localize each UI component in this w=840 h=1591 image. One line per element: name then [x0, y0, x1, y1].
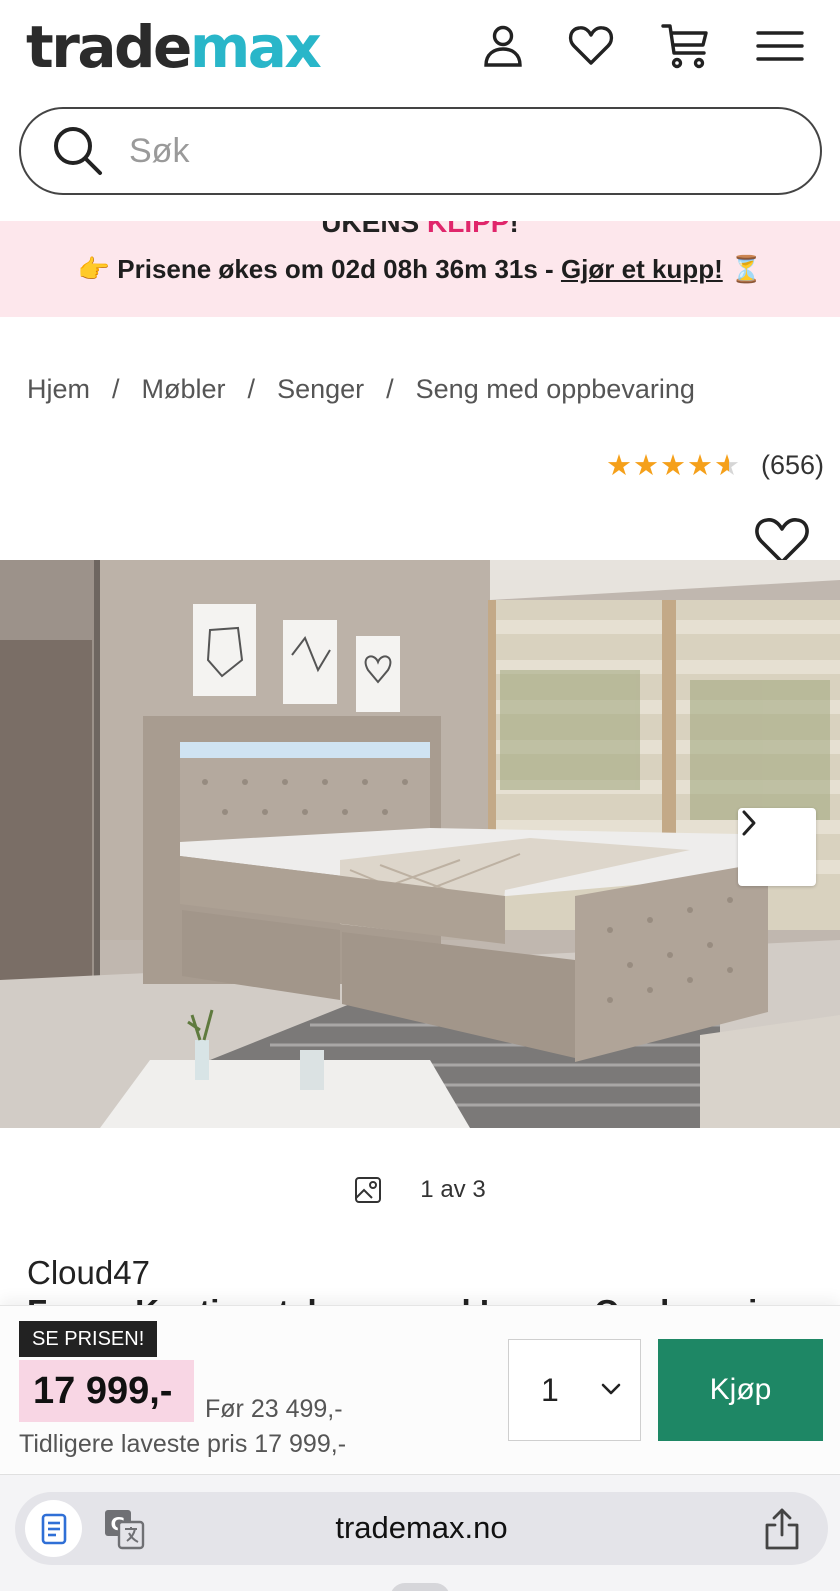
product-image[interactable]: [0, 560, 840, 1128]
chevron-right-icon: [742, 810, 756, 836]
promo-title-part3: !: [509, 221, 519, 238]
current-price: 17 999,-: [19, 1360, 194, 1422]
before-price: Før 23 499,-: [205, 1395, 343, 1423]
url-text: trademax.no: [335, 1510, 508, 1545]
sticky-buy-bar: SE PRISEN! 17 999,- Før 23 499,- Tidlige…: [0, 1305, 840, 1473]
see-price-badge: SE PRISEN!: [19, 1321, 158, 1357]
home-indicator: [390, 1583, 450, 1591]
quantity-value: 1: [541, 1371, 559, 1408]
share-icon[interactable]: [762, 1507, 802, 1551]
promo-deal-link[interactable]: Gjør et kupp!: [561, 254, 723, 284]
pointing-hand-icon: 👉: [77, 254, 111, 284]
promo-banner: UKENS KLIPP! 👉 Prisene økes om 02d 08h 3…: [0, 221, 840, 317]
gallery-icon: [355, 1177, 382, 1203]
breadcrumb-beds[interactable]: Senger: [277, 374, 364, 404]
cart-icon[interactable]: [657, 18, 713, 74]
image-counter-text: 1 av 3: [420, 1176, 486, 1203]
address-bar[interactable]: G trademax.no: [15, 1492, 828, 1565]
promo-title-part1: UKENS: [321, 221, 427, 238]
promo-countdown-text: Prisene økes om 02d 08h 36m 31s -: [117, 254, 561, 284]
wishlist-heart-icon[interactable]: [563, 18, 619, 74]
trademax-logo[interactable]: trademax: [26, 13, 322, 81]
breadcrumb-home[interactable]: Hjem: [27, 374, 90, 404]
lowest-price-note: Tidligere laveste pris 17 999,-: [19, 1430, 347, 1458]
rating-star-half: ★: [713, 450, 741, 482]
chevron-down-icon: [601, 1383, 621, 1395]
rating-stars-full: ★★★★: [605, 450, 714, 482]
logo-text-trade: trade: [26, 13, 192, 81]
browser-toolbar: G trademax.no: [0, 1474, 840, 1591]
menu-icon[interactable]: [752, 18, 808, 74]
promo-title-highlight: KLIPP: [427, 221, 510, 238]
search-input[interactable]: [129, 131, 769, 171]
search-icon: [54, 127, 102, 175]
hourglass-icon: ⏳: [729, 254, 763, 284]
rating-stars-icon: ★★★★★: [606, 448, 741, 483]
next-image-button[interactable]: [738, 808, 816, 886]
breadcrumb-separator: /: [247, 374, 256, 404]
account-icon[interactable]: [475, 18, 531, 74]
breadcrumb-furniture[interactable]: Møbler: [142, 374, 226, 404]
image-counter[interactable]: 1 av 3: [0, 1170, 840, 1210]
quantity-select[interactable]: 1: [508, 1339, 641, 1441]
rating-count: (656): [760, 450, 824, 480]
breadcrumb-separator: /: [386, 374, 394, 404]
breadcrumb: Hjem / Møbler / Senger / Seng med oppbevaring: [27, 374, 695, 405]
site-header: trademax: [0, 0, 840, 100]
buy-button[interactable]: Kjøp: [658, 1339, 823, 1441]
breadcrumb-storage-beds[interactable]: Seng med oppbevaring: [416, 374, 695, 404]
search-bar[interactable]: [19, 107, 822, 195]
breadcrumb-separator: /: [112, 374, 120, 404]
product-brand: Cloud47: [27, 1254, 150, 1291]
promo-title: UKENS KLIPP!: [0, 221, 840, 239]
logo-text-max: max: [189, 13, 322, 81]
product-rating[interactable]: ★★★★★ (656): [606, 448, 824, 483]
promo-countdown-line: 👉 Prisene økes om 02d 08h 36m 31s - Gjør…: [0, 254, 840, 285]
